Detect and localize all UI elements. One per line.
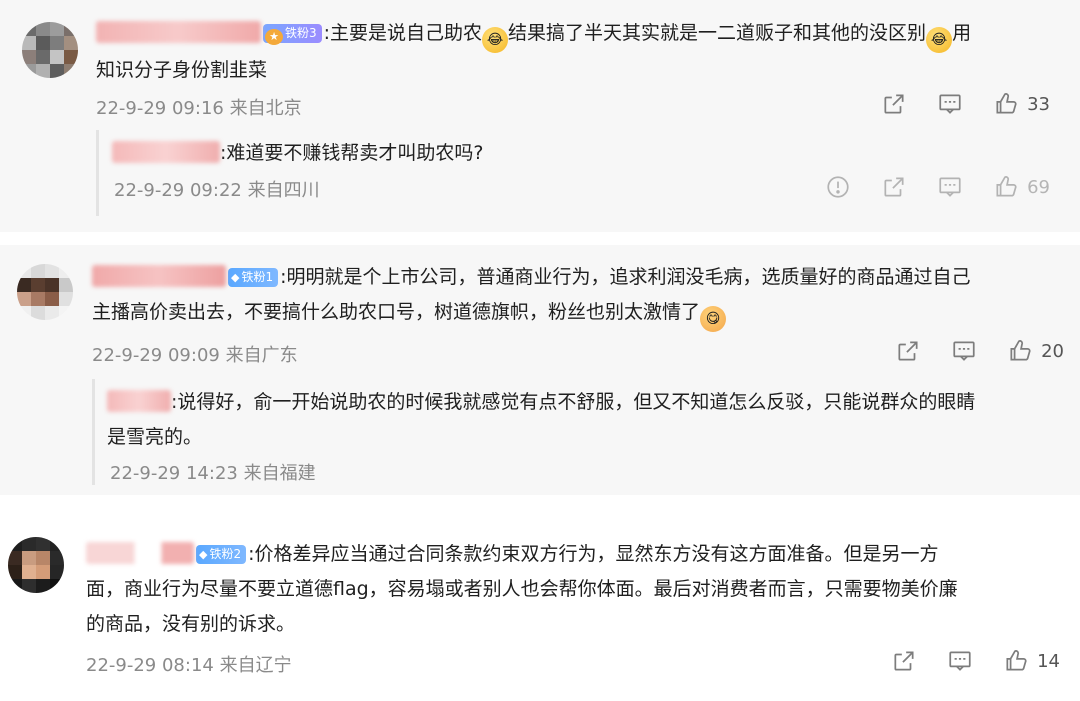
report-icon [827,176,849,198]
comment-icon [949,651,971,671]
comment-block: ◆ 铁粉1:明明就是个上市公司，普通商业行为，追求利润没毛病，选质量好的商品通过自… [0,245,1080,495]
crown-icon: ★ [265,29,283,45]
laughing-emoji-icon: 😂 [482,27,509,53]
reply-username[interactable] [112,141,220,163]
comment-icon [939,177,961,197]
timestamp: 22-9-29 08:14 [86,655,214,676]
comment-button[interactable] [937,174,963,200]
reply: :说得好，俞一开始说助农的时候我就感觉有点不舒服，但又不知道怎么反驳，只能说群众… [92,379,1067,485]
reply-actions: 69 [795,174,1050,200]
timestamp: 22-9-29 09:16 [96,98,224,119]
reply-text: :说得好，俞一开始说助农的时候我就感觉有点不舒服，但又不知道怎么反驳，只能说群众… [107,390,976,448]
reply-text: :难道要不赚钱帮卖才叫助农吗? [112,136,1042,171]
comment-button[interactable] [937,91,963,117]
comment-actions: 33 [851,91,1050,117]
diamond-icon: ◆ [199,548,208,561]
comment-actions: 20 [865,338,1064,364]
avatar[interactable] [8,537,64,593]
thumbs-up-icon [996,93,1017,114]
laughing-emoji-icon: 😂 [926,27,953,53]
share-icon [898,341,918,361]
share-button[interactable] [881,174,907,200]
comment-meta: 22-9-29 08:14 来自辽宁 [86,651,292,677]
kissing-emoji-icon: 😋 [700,306,727,332]
diamond-icon: ◆ [231,271,240,284]
comment-meta: 22-9-29 09:16 来自北京 [96,94,302,120]
share-icon [894,651,914,671]
timestamp: 22-9-29 14:23 [110,463,238,484]
like-count: 33 [1027,93,1050,115]
avatar[interactable] [17,264,73,320]
location: 来自北京 [229,98,302,119]
like-count: 69 [1027,176,1050,198]
username[interactable] [96,21,261,43]
timestamp: 22-9-29 09:22 [114,180,242,201]
comment-text: ◆ 铁粉1:明明就是个上市公司，普通商业行为，追求利润没毛病，选质量好的商品通过自… [92,260,1067,332]
fan-badge[interactable]: ★ 铁粉3 [263,24,322,45]
timestamp: 22-9-29 09:09 [92,345,220,366]
comment-actions: 14 [861,648,1060,674]
comment-text: ◆ 铁粉2:价格差异应当通过合同条款约束双方行为，显然东方没有这方面准备。但是另一… [86,542,958,635]
like-button[interactable]: 69 [993,174,1050,200]
report-button[interactable] [825,174,851,200]
location: 来自辽宁 [219,655,292,676]
like-count: 14 [1037,650,1060,672]
thumbs-up-icon [1010,340,1031,361]
location: 来自福建 [243,463,316,484]
reply-meta: 22-9-29 14:23 来自福建 [110,459,316,485]
reply: :难道要不赚钱帮卖才叫助农吗? 22-9-29 09:22 来自四川 69 [96,130,1056,216]
location: 来自四川 [247,180,320,201]
like-button[interactable]: 14 [1003,648,1060,674]
comment-button[interactable] [947,648,973,674]
like-button[interactable]: 20 [1007,338,1064,364]
share-icon [884,94,904,114]
fan-badge[interactable]: ◆ 铁粉2 [196,545,247,564]
share-button[interactable] [891,648,917,674]
comment-meta: 22-9-29 09:09 来自广东 [92,341,298,367]
comment-icon [939,94,961,114]
avatar[interactable] [22,22,78,78]
comment-icon [953,341,975,361]
reply-username[interactable] [107,390,171,412]
location: 来自广东 [225,345,298,366]
comment-text: ★ 铁粉3:主要是说自己助农 😂 结果搞了半天其实就是一二道贩子和其他的没区别 😂 用 知… [96,21,972,81]
fan-badge[interactable]: ◆ 铁粉1 [228,268,279,287]
thumbs-up-icon [1006,650,1027,671]
comment-button[interactable] [951,338,977,364]
comment-block: ★ 铁粉3:主要是说自己助农 😂 结果搞了半天其实就是一二道贩子和其他的没区别 😂 用 知… [0,0,1080,232]
share-button[interactable] [895,338,921,364]
username[interactable] [86,542,194,564]
reply-meta: 22-9-29 09:22 来自四川 [114,176,320,202]
like-button[interactable]: 33 [993,91,1050,117]
share-button[interactable] [881,91,907,117]
username[interactable] [92,265,226,287]
like-count: 20 [1041,340,1064,362]
comment-block: ◆ 铁粉2:价格差异应当通过合同条款约束双方行为，显然东方没有这方面准备。但是另一… [0,515,1080,701]
thumbs-up-icon [996,176,1017,197]
share-icon [884,177,904,197]
